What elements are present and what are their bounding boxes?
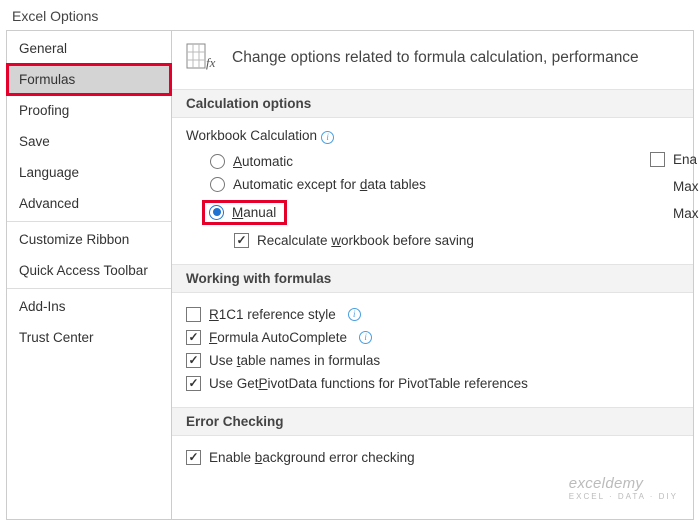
options-content: fx Change options related to formula cal… bbox=[172, 31, 693, 519]
radio-label: Manual bbox=[232, 205, 276, 220]
radio-icon bbox=[209, 205, 224, 220]
sidebar-item-advanced[interactable]: Advanced bbox=[7, 188, 171, 219]
sidebar-item-save[interactable]: Save bbox=[7, 126, 171, 157]
working-formulas-group: R1C1 reference style i Formula AutoComple… bbox=[172, 303, 693, 407]
sidebar-item-customize-ribbon[interactable]: Customize Ribbon bbox=[7, 224, 171, 255]
workbook-calc-group: Workbook Calculationi Automatic Automati… bbox=[172, 128, 693, 264]
checkbox-label: Enable background error checking bbox=[209, 450, 415, 465]
label-max-change: Max bbox=[650, 206, 699, 221]
check-getpivot[interactable]: Use GetPivotData functions for PivotTabl… bbox=[186, 372, 679, 395]
section-error-title: Error Checking bbox=[172, 407, 693, 436]
iteration-options: Ena Max Max bbox=[650, 152, 699, 221]
checkbox-label: Formula AutoComplete bbox=[209, 330, 347, 345]
check-autocomplete[interactable]: Formula AutoComplete i bbox=[186, 326, 679, 349]
radio-icon bbox=[210, 154, 225, 169]
page-header: fx Change options related to formula cal… bbox=[172, 31, 693, 89]
label-max-iter: Max bbox=[650, 179, 699, 194]
radio-manual[interactable]: Manual bbox=[186, 196, 679, 229]
sidebar-item-proofing[interactable]: Proofing bbox=[7, 95, 171, 126]
check-tablenames[interactable]: Use table names in formulas bbox=[186, 349, 679, 372]
category-sidebar: General Formulas Proofing Save Language … bbox=[7, 31, 172, 519]
radio-automatic[interactable]: Automatic bbox=[186, 150, 679, 173]
checkbox-label: Recalculate workbook before saving bbox=[257, 233, 474, 248]
checkbox-label: Use table names in formulas bbox=[209, 353, 380, 368]
workbook-calc-label: Workbook Calculationi bbox=[186, 128, 679, 144]
error-checking-group: Enable background error checking bbox=[172, 446, 693, 481]
svg-text:fx: fx bbox=[206, 55, 216, 70]
sidebar-separator bbox=[7, 221, 171, 222]
checkbox-icon bbox=[186, 330, 201, 345]
sidebar-item-addins[interactable]: Add-Ins bbox=[7, 291, 171, 322]
check-enable-iterative[interactable]: Ena bbox=[650, 152, 699, 167]
sidebar-separator bbox=[7, 288, 171, 289]
sidebar-item-general[interactable]: General bbox=[7, 33, 171, 64]
checkbox-label: Use GetPivotData functions for PivotTabl… bbox=[209, 376, 528, 391]
checkbox-label: R1C1 reference style bbox=[209, 307, 336, 322]
radio-label: Automatic bbox=[233, 154, 293, 169]
info-icon[interactable]: i bbox=[359, 331, 372, 344]
section-working-title: Working with formulas bbox=[172, 264, 693, 293]
checkbox-icon bbox=[186, 307, 201, 322]
check-recalc-before-save[interactable]: Recalculate workbook before saving bbox=[186, 229, 679, 252]
sidebar-item-language[interactable]: Language bbox=[7, 157, 171, 188]
info-icon[interactable]: i bbox=[348, 308, 361, 321]
radio-auto-except[interactable]: Automatic except for data tables bbox=[186, 173, 679, 196]
check-r1c1[interactable]: R1C1 reference style i bbox=[186, 303, 679, 326]
window-title: Excel Options bbox=[0, 0, 700, 30]
radio-label: Automatic except for data tables bbox=[233, 177, 426, 192]
checkbox-icon bbox=[650, 152, 665, 167]
options-dialog-body: General Formulas Proofing Save Language … bbox=[6, 30, 694, 520]
page-header-text: Change options related to formula calcul… bbox=[232, 49, 639, 67]
sidebar-item-qat[interactable]: Quick Access Toolbar bbox=[7, 255, 171, 286]
sidebar-item-formulas[interactable]: Formulas bbox=[7, 64, 171, 95]
formula-icon: fx bbox=[186, 43, 220, 73]
checkbox-icon bbox=[186, 376, 201, 391]
section-calc-title: Calculation options bbox=[172, 89, 693, 118]
sidebar-item-trust-center[interactable]: Trust Center bbox=[7, 322, 171, 353]
checkbox-icon bbox=[186, 450, 201, 465]
checkbox-icon bbox=[186, 353, 201, 368]
check-bg-error[interactable]: Enable background error checking bbox=[186, 446, 679, 469]
info-icon[interactable]: i bbox=[321, 131, 334, 144]
checkbox-label: Ena bbox=[673, 152, 697, 167]
checkbox-icon bbox=[234, 233, 249, 248]
radio-icon bbox=[210, 177, 225, 192]
